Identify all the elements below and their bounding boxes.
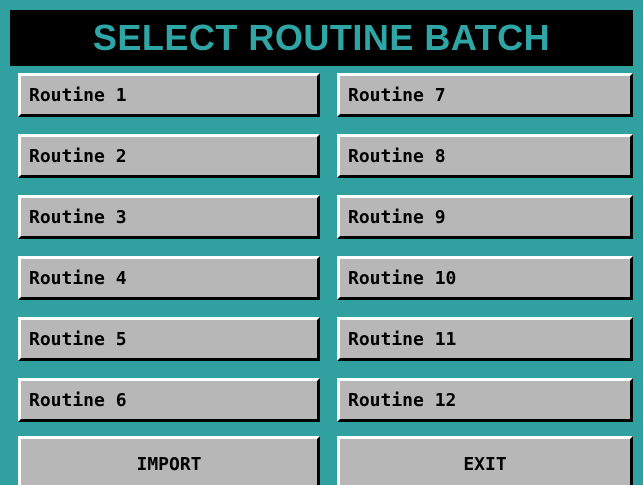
routine-8-button[interactable]: Routine 8 [337, 134, 633, 178]
routine-batch-panel: SELECT ROUTINE BATCH Routine 1 Routine 2… [0, 0, 643, 485]
routine-12-button[interactable]: Routine 12 [337, 378, 633, 422]
exit-button[interactable]: EXIT [337, 436, 633, 485]
routine-8-label: Routine 8 [348, 145, 446, 167]
import-button[interactable]: IMPORT [18, 436, 320, 485]
routine-7-button[interactable]: Routine 7 [337, 73, 633, 117]
routine-1-label: Routine 1 [29, 84, 127, 106]
routine-9-label: Routine 9 [348, 206, 446, 228]
routine-7-label: Routine 7 [348, 84, 446, 106]
routine-4-label: Routine 4 [29, 267, 127, 289]
routine-6-label: Routine 6 [29, 389, 127, 411]
exit-label: EXIT [463, 453, 507, 475]
routine-5-button[interactable]: Routine 5 [18, 317, 320, 361]
routine-11-label: Routine 11 [348, 328, 457, 350]
routine-6-button[interactable]: Routine 6 [18, 378, 320, 422]
routine-4-button[interactable]: Routine 4 [18, 256, 320, 300]
routine-3-button[interactable]: Routine 3 [18, 195, 320, 239]
routine-9-button[interactable]: Routine 9 [337, 195, 633, 239]
routine-2-label: Routine 2 [29, 145, 127, 167]
routine-10-button[interactable]: Routine 10 [337, 256, 633, 300]
routine-3-label: Routine 3 [29, 206, 127, 228]
routine-5-label: Routine 5 [29, 328, 127, 350]
routine-2-button[interactable]: Routine 2 [18, 134, 320, 178]
routine-1-button[interactable]: Routine 1 [18, 73, 320, 117]
title-bar: SELECT ROUTINE BATCH [10, 10, 633, 66]
page-title: SELECT ROUTINE BATCH [92, 17, 551, 58]
routine-11-button[interactable]: Routine 11 [337, 317, 633, 361]
routine-12-label: Routine 12 [348, 389, 457, 411]
import-label: IMPORT [136, 453, 202, 475]
routine-10-label: Routine 10 [348, 267, 457, 289]
